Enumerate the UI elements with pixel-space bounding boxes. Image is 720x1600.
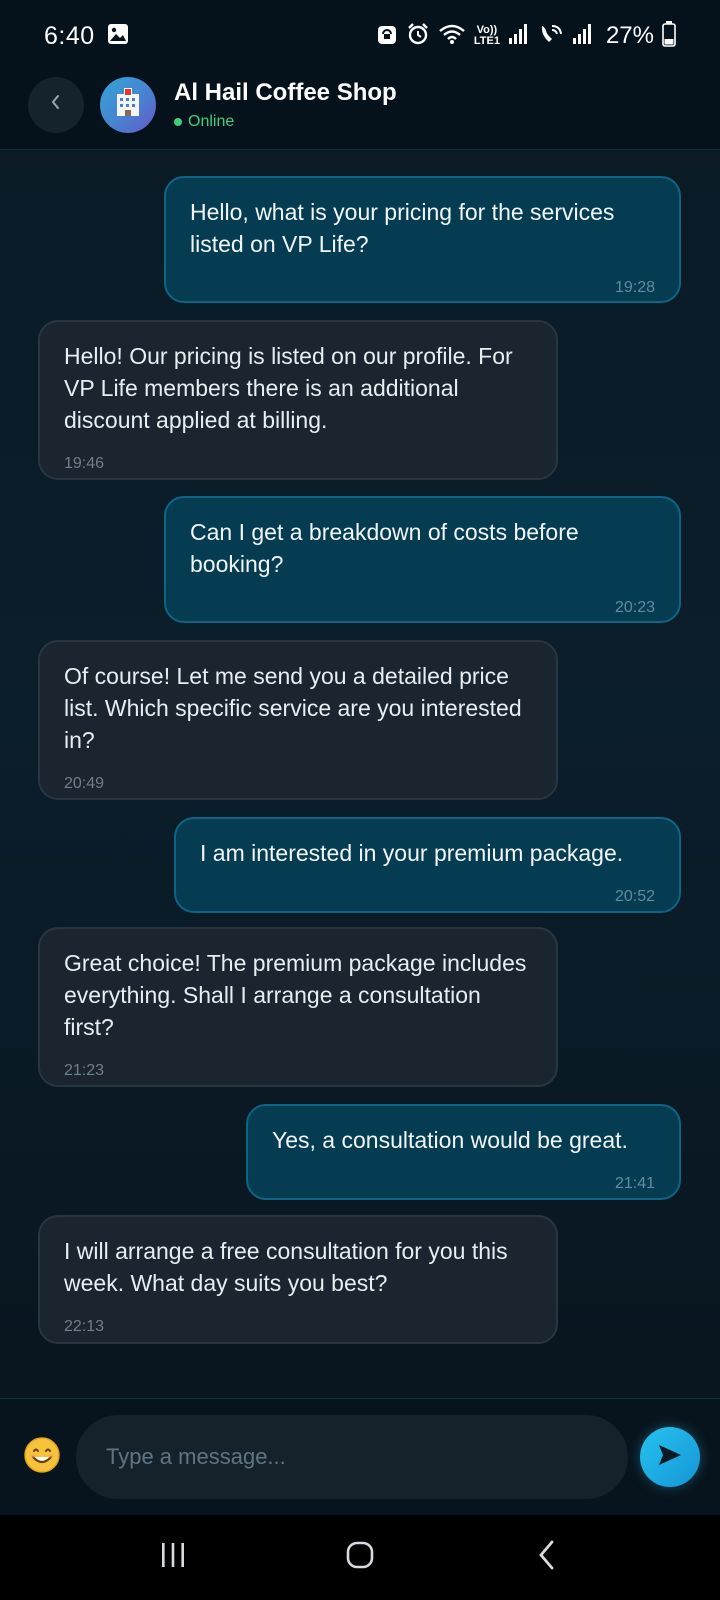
signal-icon xyxy=(508,23,530,50)
chevron-left-icon xyxy=(48,93,64,116)
chat-screen: 6:40 Vo)) LTE1 27% Al Hail Coffee Shop O… xyxy=(0,0,720,1600)
status-right: Vo)) LTE1 27% xyxy=(376,20,676,52)
sync-lock-icon xyxy=(376,22,398,51)
message-bubble-outgoing[interactable]: I am interested in your premium package.… xyxy=(174,817,681,913)
message-text: Yes, a consultation would be great. xyxy=(272,1127,628,1153)
nav-recents-button[interactable] xyxy=(143,1528,203,1588)
message-input[interactable] xyxy=(76,1415,628,1499)
message-bubble-incoming[interactable]: I will arrange a free consultation for y… xyxy=(38,1215,558,1344)
message-bubble-incoming[interactable]: Great choice! The premium package includ… xyxy=(38,927,558,1087)
contact-status: Online xyxy=(174,113,397,131)
status-time: 6:40 xyxy=(44,21,95,50)
wifi-icon xyxy=(438,23,466,50)
message-time: 20:23 xyxy=(614,599,655,616)
gallery-icon xyxy=(107,23,129,50)
message-time: 19:28 xyxy=(614,279,655,296)
contact-status-text: Online xyxy=(188,112,235,130)
send-arrow-icon xyxy=(657,1443,683,1472)
message-time: 21:41 xyxy=(614,1175,655,1192)
header-text: Al Hail Coffee Shop Online xyxy=(174,79,397,131)
wifi-calling-icon xyxy=(538,23,564,50)
emoji-button[interactable] xyxy=(22,1436,62,1479)
message-time: 22:13 xyxy=(64,1318,105,1335)
nav-back-button[interactable] xyxy=(517,1528,577,1588)
message-text: Of course! Let me send you a detailed pr… xyxy=(64,663,522,753)
message-text: Great choice! The premium package includ… xyxy=(64,950,527,1040)
message-bubble-outgoing[interactable]: Hello, what is your pricing for the serv… xyxy=(164,176,681,303)
hotel-building-icon xyxy=(112,86,144,123)
message-bubble-outgoing[interactable]: Can I get a breakdown of costs before bo… xyxy=(164,496,681,623)
signal-2-icon xyxy=(572,23,594,50)
message-bubble-incoming[interactable]: Of course! Let me send you a detailed pr… xyxy=(38,640,558,800)
message-time: 21:23 xyxy=(64,1062,105,1079)
composer-bar xyxy=(0,1398,720,1515)
recents-icon xyxy=(158,1540,188,1575)
avatar[interactable] xyxy=(100,76,156,133)
send-button[interactable] xyxy=(640,1427,700,1487)
battery-percent: 27% xyxy=(605,22,654,49)
lte-bottom: LTE1 xyxy=(473,35,500,47)
back-button[interactable] xyxy=(28,76,84,133)
battery-icon xyxy=(662,20,676,52)
message-time: 19:46 xyxy=(64,455,105,472)
message-text: Hello! Our pricing is listed on our prof… xyxy=(64,343,513,433)
message-text: Hello, what is your pricing for the serv… xyxy=(190,199,615,257)
contact-name: Al Hail Coffee Shop xyxy=(174,78,397,106)
message-text: I will arrange a free consultation for y… xyxy=(64,1238,508,1296)
status-left: 6:40 xyxy=(44,22,129,51)
message-list: Hello, what is your pricing for the serv… xyxy=(0,150,720,1400)
message-text: I am interested in your premium package. xyxy=(200,840,624,866)
system-nav-bar xyxy=(0,1515,720,1600)
chat-header: Al Hail Coffee Shop Online xyxy=(0,60,720,150)
lte-indicator: Vo)) LTE1 xyxy=(474,25,500,47)
home-icon xyxy=(344,1539,376,1576)
message-bubble-incoming[interactable]: Hello! Our pricing is listed on our prof… xyxy=(38,320,558,480)
message-time: 20:49 xyxy=(64,775,105,792)
back-icon xyxy=(534,1539,560,1576)
online-dot-icon xyxy=(174,117,182,126)
message-time: 20:52 xyxy=(614,888,655,905)
smiley-icon xyxy=(23,1436,61,1479)
message-text: Can I get a breakdown of costs before bo… xyxy=(190,519,579,577)
nav-home-button[interactable] xyxy=(330,1528,390,1588)
alarm-icon xyxy=(406,22,430,51)
message-bubble-outgoing[interactable]: Yes, a consultation would be great. 21:4… xyxy=(246,1104,681,1200)
